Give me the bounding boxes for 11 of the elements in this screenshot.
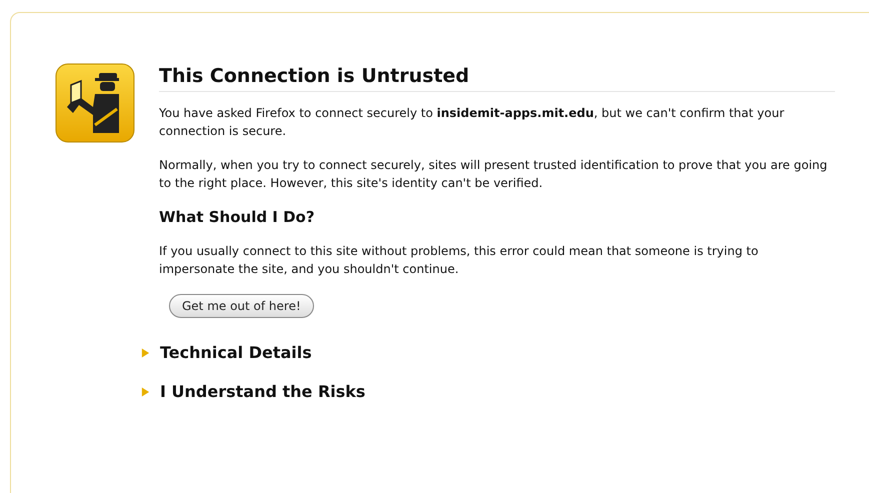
intro-text: You have asked Firefox to connect securely to insidemit-apps.mit.edu, but we can't confirm that your connection is secure. [159,105,786,140]
disclosure-arrow-icon[interactable] [141,348,150,358]
expander-label[interactable]: I Understand the Risks [160,382,366,401]
expander-label[interactable]: Technical Details [160,343,312,362]
section-heading: What Should I Do? [159,208,316,226]
explanation-text: Normally, when you try to connect securely, sites will present trusted identification to prove that you are going to the right place. However, this site's identity can't be verified. [159,157,828,192]
page-title: This Connection is Untrusted [159,65,835,92]
advice-text: If you usually connect to this site without problems, this error could mean that someone is trying to impersonate the site, and you shouldn't continue. [159,243,760,278]
get-me-out-button[interactable]: Get me out of here! [169,294,314,318]
officer-icon [55,63,135,143]
disclosure-arrow-icon[interactable] [141,386,150,396]
